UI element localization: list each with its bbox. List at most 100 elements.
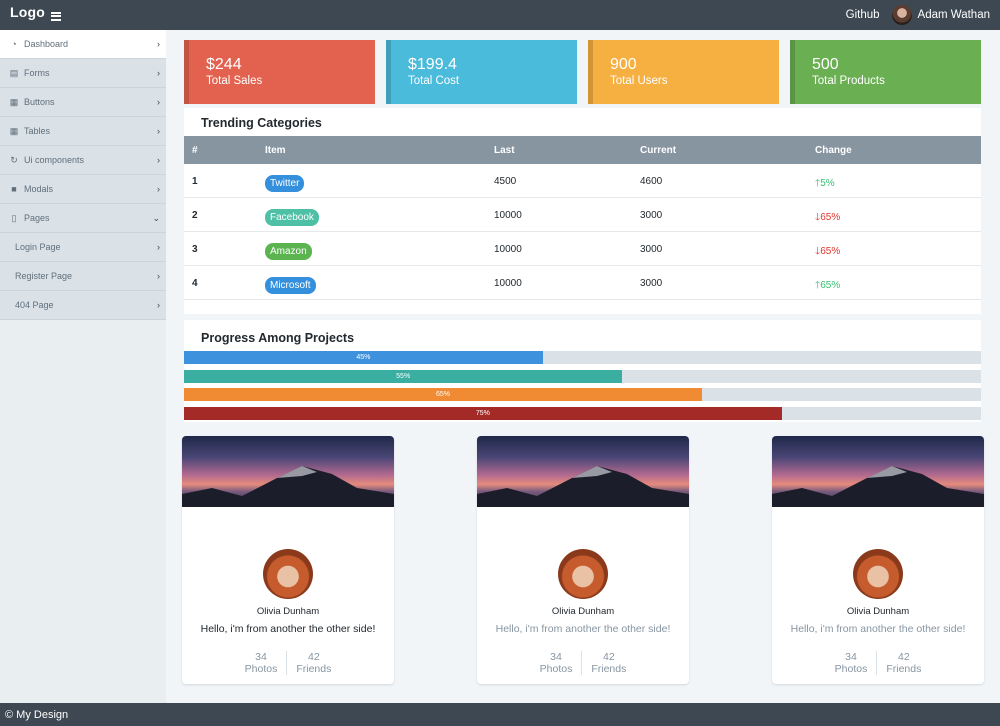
progress-track: 45% <box>184 351 981 364</box>
column-header: Last <box>494 145 515 156</box>
table-row: 3 Amazon 10000 3000 🡓65% <box>184 232 981 266</box>
item-pill-twitter[interactable]: Twitter <box>265 175 305 192</box>
sidebar-item-label: Pages <box>24 213 50 223</box>
avatar[interactable] <box>558 549 608 599</box>
top-right-nav: Github Adam Wathan <box>846 5 990 25</box>
logo[interactable]: Logo <box>10 4 45 20</box>
progress-panel: Progress Among Projects 45% 55% 65% 75% <box>184 320 981 422</box>
item-pill-microsoft[interactable]: Microsoft <box>265 277 316 294</box>
square-icon: ■ <box>11 184 17 194</box>
last-value: 10000 <box>494 244 522 255</box>
sidebar-item-label: Forms <box>24 68 50 78</box>
change-value: 🡑5% <box>815 178 835 189</box>
photos-stat[interactable]: 34 Photos <box>826 651 878 675</box>
sidebar-item-label: Tables <box>24 126 51 136</box>
file-icon: ▯ <box>11 212 17 223</box>
sidebar-item-modals[interactable]: ■ Modals › <box>0 175 166 204</box>
sidebar-subitem-label: 404 Page <box>15 300 54 310</box>
sidebar-item-ui-components[interactable]: ↻ Ui components › <box>0 146 166 175</box>
sidebar-subitem-label: Register Page <box>15 271 73 281</box>
friends-stat[interactable]: 42 Friends <box>287 651 340 675</box>
stat-card-products: 500 Total Products <box>790 40 981 104</box>
stat-card-cost: $199.4 Total Cost <box>386 40 577 104</box>
progress-bar: 65% <box>184 388 703 401</box>
row-number: 3 <box>192 244 198 255</box>
sidebar-background <box>0 320 166 703</box>
cover-image <box>772 436 984 507</box>
last-value: 10000 <box>494 278 522 289</box>
profile-card: Olivia Dunham Hello, i'm from another th… <box>772 436 984 684</box>
column-header: Item <box>265 145 286 156</box>
sidebar-item-pages[interactable]: ▯ Pages ⌄ <box>0 204 166 233</box>
footer: © My Design <box>0 703 1000 726</box>
stat-card-users: 900 Total Users <box>588 40 779 104</box>
github-link[interactable]: Github <box>846 9 880 21</box>
photos-stat[interactable]: 34 Photos <box>531 651 583 675</box>
user-avatar[interactable] <box>891 5 912 25</box>
sidebar-subitem-404[interactable]: 404 Page › <box>0 291 166 320</box>
profile-message: Hello, i'm from another the other side! <box>200 623 376 635</box>
table-row: 2 Facebook 10000 3000 🡓65% <box>184 198 981 232</box>
form-icon: ▤ <box>9 67 19 78</box>
stat-label: Total Users <box>610 75 668 87</box>
table-icon: ▦ <box>9 125 19 136</box>
progress-bar: 45% <box>184 351 543 364</box>
row-number: 4 <box>192 278 198 289</box>
chevron-right-icon: › <box>157 155 160 165</box>
chevron-right-icon: › <box>157 39 160 49</box>
chevron-right-icon: › <box>157 242 160 252</box>
user-name[interactable]: Adam Wathan <box>918 9 990 21</box>
stat-value: 900 <box>610 56 637 73</box>
chevron-right-icon: › <box>157 97 160 107</box>
sidebar-item-buttons[interactable]: ▦ Buttons › <box>0 88 166 117</box>
stat-value: $199.4 <box>408 56 457 73</box>
friends-stat[interactable]: 42 Friends <box>877 651 930 675</box>
last-value: 10000 <box>494 210 522 221</box>
change-value: 🡑65% <box>815 280 841 291</box>
last-value: 4500 <box>494 176 517 187</box>
profile-name: Olivia Dunham <box>846 606 910 617</box>
chevron-down-icon: ⌄ <box>152 212 160 223</box>
change-value: 🡓65% <box>815 246 841 257</box>
column-header: # <box>192 145 198 156</box>
progress-track: 55% <box>184 370 981 383</box>
sidebar-item-tables[interactable]: ▦ Tables › <box>0 117 166 146</box>
profile-card: Olivia Dunham Hello, i'm from another th… <box>182 436 394 684</box>
avatar[interactable] <box>853 549 903 599</box>
sidebar-item-forms[interactable]: ▤ Forms › <box>0 59 166 88</box>
hamburger-menu-icon[interactable] <box>51 11 62 21</box>
item-pill-facebook[interactable]: Facebook <box>265 209 319 226</box>
chevron-right-icon: › <box>157 271 160 281</box>
row-number: 2 <box>192 210 198 221</box>
progress-bar: 75% <box>184 407 782 420</box>
sidebar-item-label: Buttons <box>24 97 55 107</box>
current-value: 3000 <box>640 278 663 289</box>
profile-name: Olivia Dunham <box>551 606 615 617</box>
sidebar: ◔ Dashboard › ▤ Forms › ▦ Buttons › ▦ Ta… <box>0 30 166 703</box>
stat-value: $244 <box>206 56 242 73</box>
friends-stat[interactable]: 42 Friends <box>582 651 635 675</box>
chevron-right-icon: › <box>157 126 160 136</box>
sidebar-item-dashboard[interactable]: ◔ Dashboard › <box>0 30 166 59</box>
progress-track: 65% <box>184 388 981 401</box>
chevron-right-icon: › <box>157 184 160 194</box>
stat-value: 500 <box>812 56 839 73</box>
table-header: # Item Last Current Change <box>184 136 981 164</box>
sidebar-item-label: Ui components <box>24 155 85 165</box>
sidebar-subitem-login[interactable]: Login Page › <box>0 233 166 262</box>
column-header: Change <box>815 145 852 156</box>
item-pill-amazon[interactable]: Amazon <box>265 243 312 260</box>
stat-label: Total Cost <box>408 75 460 87</box>
sidebar-item-label: Dashboard <box>24 39 69 49</box>
current-value: 4600 <box>640 176 663 187</box>
sidebar-subitem-register[interactable]: Register Page › <box>0 262 166 291</box>
table-row: 4 Microsoft 10000 3000 🡑65% <box>184 266 981 300</box>
profile-stats: 34 Photos 42 Friends <box>182 651 394 675</box>
photos-stat[interactable]: 34 Photos <box>236 651 288 675</box>
progress-bar: 55% <box>184 370 623 383</box>
trending-categories-panel: Trending Categories # Item Last Current … <box>184 108 981 314</box>
cover-image <box>477 436 689 507</box>
progress-track: 75% <box>184 407 981 420</box>
avatar[interactable] <box>263 549 313 599</box>
profile-message: Hello, i'm from another the other side! <box>790 623 966 635</box>
